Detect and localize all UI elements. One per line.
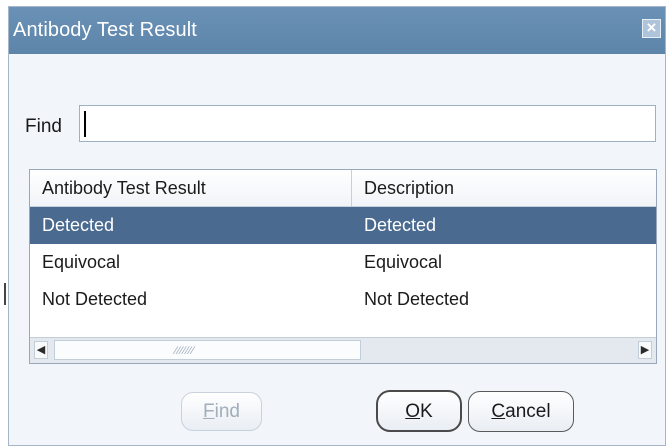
- horizontal-scrollbar[interactable]: ◀ ∕∕∕∕∕∕∕ ▶: [30, 337, 656, 363]
- row-result-cell: Detected: [42, 215, 115, 235]
- ok-button[interactable]: OK: [376, 390, 462, 432]
- row-result-cell: Equivocal: [42, 252, 121, 272]
- list-row-selected[interactable]: Detected Detected: [30, 207, 656, 244]
- cancel-button[interactable]: Cancel: [468, 391, 574, 432]
- close-icon[interactable]: ×: [642, 19, 661, 38]
- row-description-cell: Equivocal: [364, 252, 443, 272]
- column-header-description[interactable]: Description: [364, 178, 454, 199]
- column-divider[interactable]: [351, 170, 352, 206]
- screen: Antibody Test Result × Find Antibody Tes…: [0, 0, 666, 446]
- list-row[interactable]: Not Detected Not Detected: [30, 281, 656, 318]
- find-button[interactable]: Find: [181, 392, 262, 431]
- ok-button-label: K: [420, 401, 433, 422]
- cancel-button-label: ancel: [505, 401, 551, 422]
- title-bar[interactable]: Antibody Test Result ×: [9, 7, 665, 54]
- row-description-cell: Not Detected: [364, 289, 470, 309]
- background-mark: [4, 283, 6, 305]
- dialog-window: Antibody Test Result × Find Antibody Tes…: [8, 6, 666, 446]
- grip-icon: ∕∕∕∕∕∕∕: [175, 345, 195, 357]
- text-cursor: [84, 111, 86, 137]
- list-row[interactable]: Equivocal Equivocal: [30, 244, 656, 281]
- scroll-left-icon[interactable]: ◀: [34, 341, 48, 359]
- column-header-result[interactable]: Antibody Test Result: [42, 178, 206, 199]
- scroll-right-icon[interactable]: ▶: [638, 341, 652, 359]
- results-list[interactable]: Antibody Test Result Description Detecte…: [29, 169, 657, 364]
- background-window-edge: [0, 0, 8, 446]
- scroll-thumb[interactable]: ∕∕∕∕∕∕∕: [54, 340, 361, 360]
- row-result-cell: Not Detected: [42, 289, 148, 309]
- cancel-button-mnemonic: C: [491, 401, 506, 422]
- find-button-mnemonic: F: [203, 401, 215, 422]
- list-header: Antibody Test Result Description: [30, 170, 656, 207]
- find-input[interactable]: [79, 105, 656, 142]
- find-button-label: ind: [214, 401, 240, 422]
- find-label: Find: [25, 116, 62, 137]
- dialog-title: Antibody Test Result: [13, 19, 197, 41]
- row-description-cell: Detected: [364, 215, 437, 235]
- ok-button-mnemonic: O: [405, 401, 421, 422]
